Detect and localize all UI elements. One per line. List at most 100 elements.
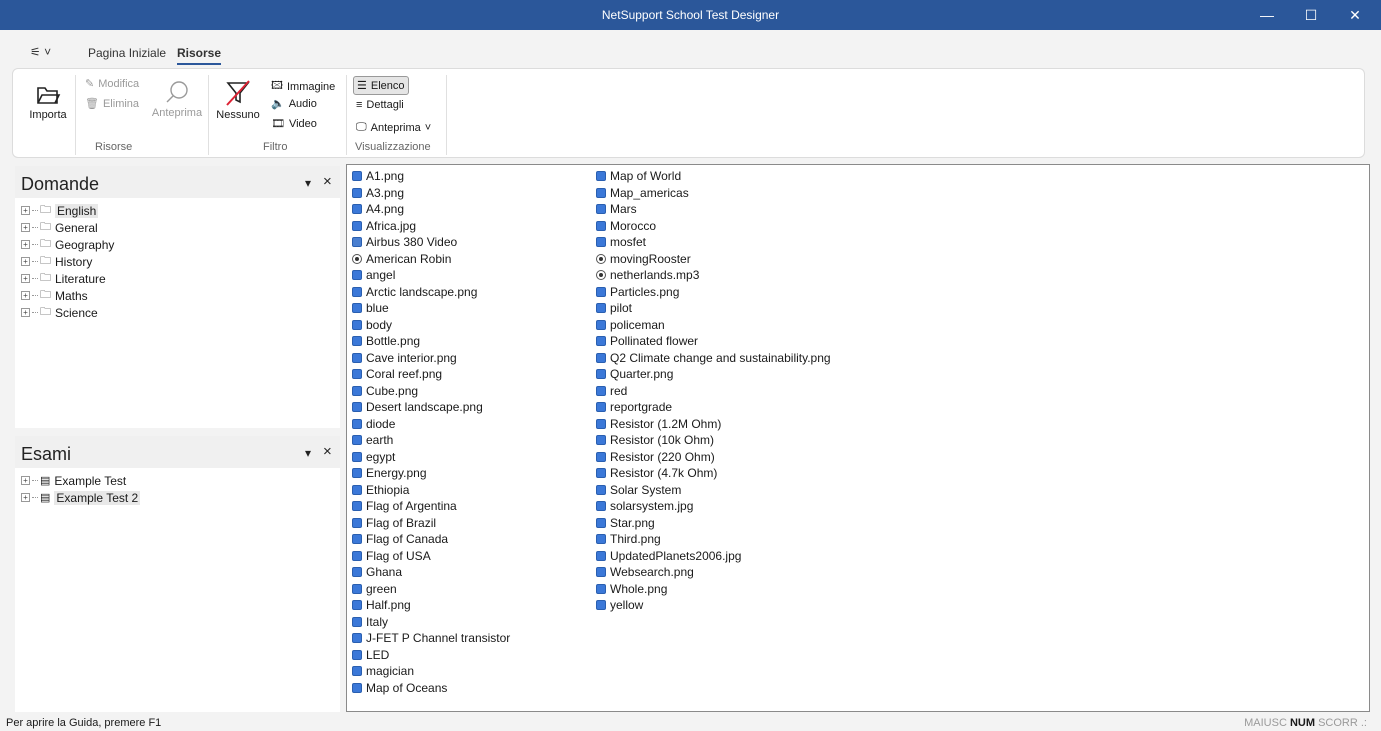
none-filter-button[interactable]: Nessuno bbox=[213, 79, 263, 121]
resource-item[interactable]: Resistor (220 Ohm) bbox=[596, 449, 831, 466]
resource-item[interactable]: netherlands.mp3 bbox=[596, 267, 831, 284]
tree-item[interactable]: + ▤ Example Test bbox=[21, 472, 140, 489]
minimize-button[interactable]: — bbox=[1245, 0, 1289, 30]
panel-close-icon[interactable]: × bbox=[323, 173, 332, 190]
resource-item[interactable]: Map of Oceans bbox=[352, 680, 510, 697]
resource-item[interactable]: A4.png bbox=[352, 201, 510, 218]
resource-item[interactable]: Particles.png bbox=[596, 284, 831, 301]
resource-item[interactable]: Africa.jpg bbox=[352, 218, 510, 235]
tree-item[interactable]: + 🗀 Literature bbox=[21, 270, 114, 287]
expand-icon[interactable]: + bbox=[21, 223, 30, 232]
expand-icon[interactable]: + bbox=[21, 240, 30, 249]
image-file-icon bbox=[352, 649, 362, 660]
resource-item[interactable]: Ethiopia bbox=[352, 482, 510, 499]
expand-icon[interactable]: + bbox=[21, 476, 30, 485]
expand-icon[interactable]: + bbox=[21, 257, 30, 266]
resource-item[interactable]: Pollinated flower bbox=[596, 333, 831, 350]
resource-item[interactable]: Third.png bbox=[596, 531, 831, 548]
tree-item[interactable]: + 🗀 History bbox=[21, 253, 114, 270]
expand-icon[interactable]: + bbox=[21, 206, 30, 215]
expand-icon[interactable]: + bbox=[21, 274, 30, 283]
resource-item[interactable]: LED bbox=[352, 647, 510, 664]
details-view-button[interactable]: ≡ Dettagli bbox=[356, 99, 404, 111]
resource-item[interactable]: Map of World bbox=[596, 168, 831, 185]
resource-item[interactable]: Cave interior.png bbox=[352, 350, 510, 367]
tab-home[interactable]: Pagina Iniziale bbox=[88, 46, 166, 60]
resource-item[interactable]: angel bbox=[352, 267, 510, 284]
resource-item[interactable]: pilot bbox=[596, 300, 831, 317]
resource-item[interactable]: UpdatedPlanets2006.jpg bbox=[596, 548, 831, 565]
resource-item[interactable]: movingRooster bbox=[596, 251, 831, 268]
list-view-button[interactable]: ☰ Elenco bbox=[353, 76, 409, 95]
resource-item[interactable]: A1.png bbox=[352, 168, 510, 185]
resource-item[interactable]: Italy bbox=[352, 614, 510, 631]
resource-item[interactable]: Half.png bbox=[352, 597, 510, 614]
tree-item[interactable]: + ▤ Example Test 2 bbox=[21, 489, 141, 506]
tree-item[interactable]: + 🗀 Geography bbox=[21, 236, 114, 253]
resource-item[interactable]: green bbox=[352, 581, 510, 598]
resource-item[interactable]: Resistor (4.7k Ohm) bbox=[596, 465, 831, 482]
tree-item[interactable]: + 🗀 Science bbox=[21, 304, 114, 321]
maximize-button[interactable]: ☐ bbox=[1289, 0, 1333, 30]
resource-item[interactable]: blue bbox=[352, 300, 510, 317]
close-button[interactable]: ✕ bbox=[1333, 0, 1377, 30]
quick-access-menu[interactable]: ⚟ ˅ bbox=[30, 45, 51, 59]
resource-item[interactable]: solarsystem.jpg bbox=[596, 498, 831, 515]
resource-item[interactable]: Resistor (1.2M Ohm) bbox=[596, 416, 831, 433]
resource-item[interactable]: red bbox=[596, 383, 831, 400]
expand-icon[interactable]: + bbox=[21, 493, 30, 502]
resize-grip-icon[interactable]: .: bbox=[1361, 717, 1367, 729]
resource-item[interactable]: Morocco bbox=[596, 218, 831, 235]
resource-item[interactable]: Whole.png bbox=[596, 581, 831, 598]
delete-button[interactable]: 🗑 Elimina bbox=[85, 97, 139, 111]
resource-item[interactable]: A3.png bbox=[352, 185, 510, 202]
tree-item[interactable]: + 🗀 General bbox=[21, 219, 114, 236]
resource-item[interactable]: Arctic landscape.png bbox=[352, 284, 510, 301]
video-filter-button[interactable]: 🎞 Video bbox=[271, 117, 317, 131]
tab-resources[interactable]: Risorse bbox=[177, 46, 222, 65]
resource-item[interactable]: Q2 Climate change and sustainability.png bbox=[596, 350, 831, 367]
panel-close-icon[interactable]: × bbox=[323, 443, 332, 460]
resource-item[interactable]: Flag of Argentina bbox=[352, 498, 510, 515]
resource-item[interactable]: American Robin bbox=[352, 251, 510, 268]
resource-item[interactable]: Ghana bbox=[352, 564, 510, 581]
resource-item[interactable]: Airbus 380 Video bbox=[352, 234, 510, 251]
resource-item[interactable]: Coral reef.png bbox=[352, 366, 510, 383]
preview-dropdown-button[interactable]: 🖵 Anteprima ˅ bbox=[356, 121, 431, 134]
resource-item[interactable]: yellow bbox=[596, 597, 831, 614]
resource-item[interactable]: egypt bbox=[352, 449, 510, 466]
edit-button[interactable]: ✎ Modifica bbox=[85, 77, 139, 91]
resource-item[interactable]: Flag of Brazil bbox=[352, 515, 510, 532]
resource-item[interactable]: body bbox=[352, 317, 510, 334]
resource-item[interactable]: Resistor (10k Ohm) bbox=[596, 432, 831, 449]
resource-item[interactable]: reportgrade bbox=[596, 399, 831, 416]
resource-item[interactable]: Mars bbox=[596, 201, 831, 218]
preview-button[interactable]: Anteprima bbox=[147, 79, 207, 119]
image-filter-button[interactable]: 🖾 Immagine bbox=[271, 77, 335, 96]
import-button[interactable]: Importa bbox=[25, 81, 71, 121]
tree-item[interactable]: + 🗀 English bbox=[21, 202, 114, 219]
resource-item[interactable]: J-FET P Channel transistor bbox=[352, 630, 510, 647]
resource-item[interactable]: Flag of USA bbox=[352, 548, 510, 565]
resource-item[interactable]: Websearch.png bbox=[596, 564, 831, 581]
pin-dropdown-icon[interactable]: ▾ bbox=[305, 176, 311, 190]
resource-item[interactable]: magician bbox=[352, 663, 510, 680]
resource-item[interactable]: policeman bbox=[596, 317, 831, 334]
resource-item[interactable]: Cube.png bbox=[352, 383, 510, 400]
resource-item[interactable]: Flag of Canada bbox=[352, 531, 510, 548]
resource-item[interactable]: Solar System bbox=[596, 482, 831, 499]
expand-icon[interactable]: + bbox=[21, 308, 30, 317]
resource-item[interactable]: Bottle.png bbox=[352, 333, 510, 350]
resource-item[interactable]: Energy.png bbox=[352, 465, 510, 482]
audio-filter-button[interactable]: 🔈 Audio bbox=[271, 97, 317, 111]
expand-icon[interactable]: + bbox=[21, 291, 30, 300]
resource-item[interactable]: Quarter.png bbox=[596, 366, 831, 383]
resource-item[interactable]: mosfet bbox=[596, 234, 831, 251]
pin-dropdown-icon[interactable]: ▾ bbox=[305, 446, 311, 460]
resource-item[interactable]: Desert landscape.png bbox=[352, 399, 510, 416]
resource-item[interactable]: diode bbox=[352, 416, 510, 433]
resource-item[interactable]: Star.png bbox=[596, 515, 831, 532]
resource-item[interactable]: earth bbox=[352, 432, 510, 449]
tree-item[interactable]: + 🗀 Maths bbox=[21, 287, 114, 304]
resource-item[interactable]: Map_americas bbox=[596, 185, 831, 202]
